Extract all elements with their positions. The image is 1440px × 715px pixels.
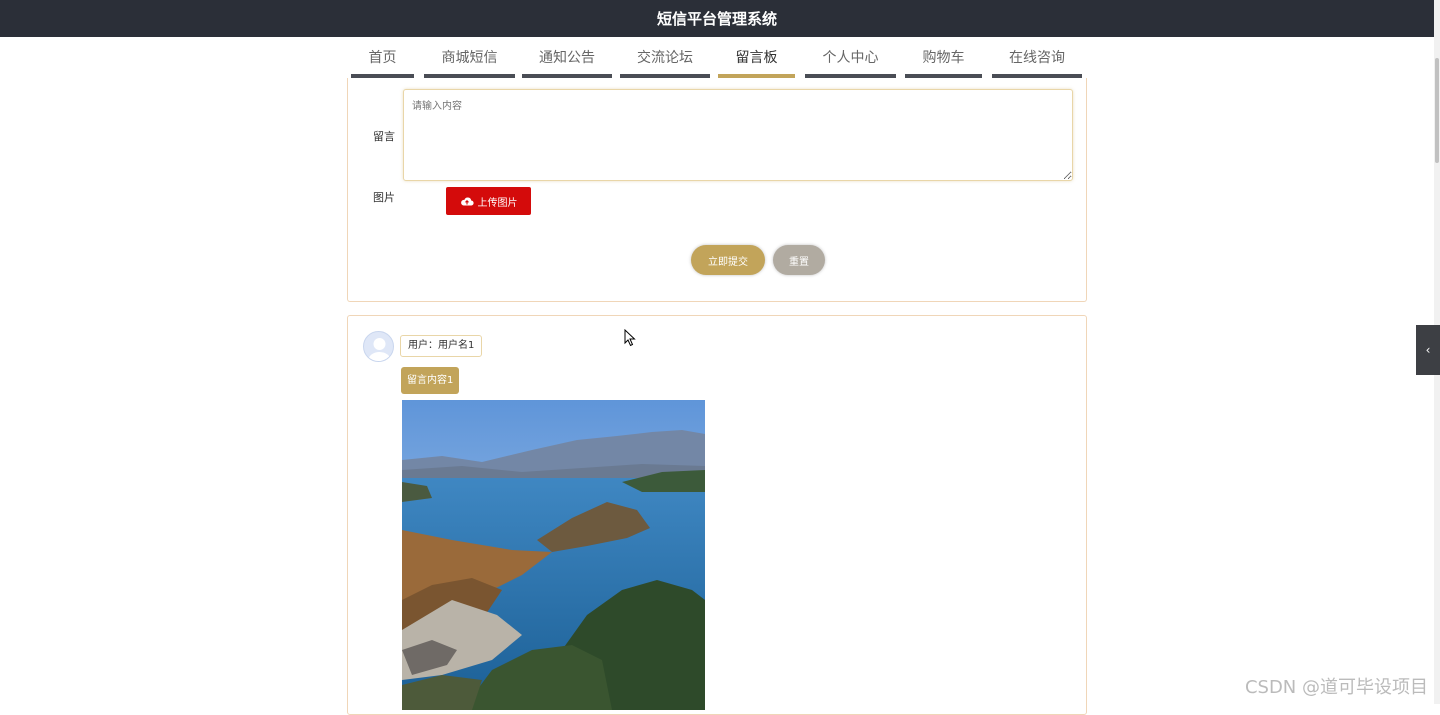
nav-item-sms-shop[interactable]: 商城短信 [424,40,515,78]
upload-button-label: 上传图片 [477,197,518,209]
mouse-cursor-icon [624,329,636,347]
nav-item-personal-center[interactable]: 个人中心 [805,40,896,78]
avatar [363,331,394,362]
message-user: 用户：用户名1 [400,335,483,357]
message-content: 留言内容1 [401,367,460,394]
side-drawer-toggle[interactable]: ‹ [1416,325,1440,375]
nav-item-online-consult[interactable]: 在线咨询 [992,40,1082,78]
nav-item-notices[interactable]: 通知公告 [522,40,612,78]
nav-item-home[interactable]: 首页 [351,40,414,78]
message-form: 留言 图片 上传图片 立即提交 重置 [347,78,1087,302]
message-label: 留言 [373,130,395,143]
message-textarea[interactable] [403,89,1073,181]
chevron-left-icon: ‹ [1425,343,1431,357]
site-title: 短信平台管理系统 [656,10,777,28]
nav-item-message-board[interactable]: 留言板 [718,40,795,78]
watermark: CSDN @道可毕设项目 [1244,677,1428,698]
main-nav: 首页 商城短信 通知公告 交流论坛 留言板 个人中心 购物车 在线咨询 [0,40,1434,78]
upload-image-button[interactable]: 上传图片 [446,187,531,215]
nav-item-forum[interactable]: 交流论坛 [620,40,710,78]
top-header: 短信平台管理系统 [0,0,1434,37]
user-avatar-icon [368,338,391,361]
submit-button[interactable]: 立即提交 [691,245,765,275]
cloud-upload-icon [460,197,474,206]
message-image [402,400,705,710]
scrollbar-thumb[interactable] [1435,58,1439,163]
reset-button[interactable]: 重置 [773,245,825,275]
nav-item-cart[interactable]: 购物车 [905,40,982,78]
message-item: 用户：用户名1 留言内容1 [347,315,1087,715]
image-label: 图片 [373,191,395,204]
